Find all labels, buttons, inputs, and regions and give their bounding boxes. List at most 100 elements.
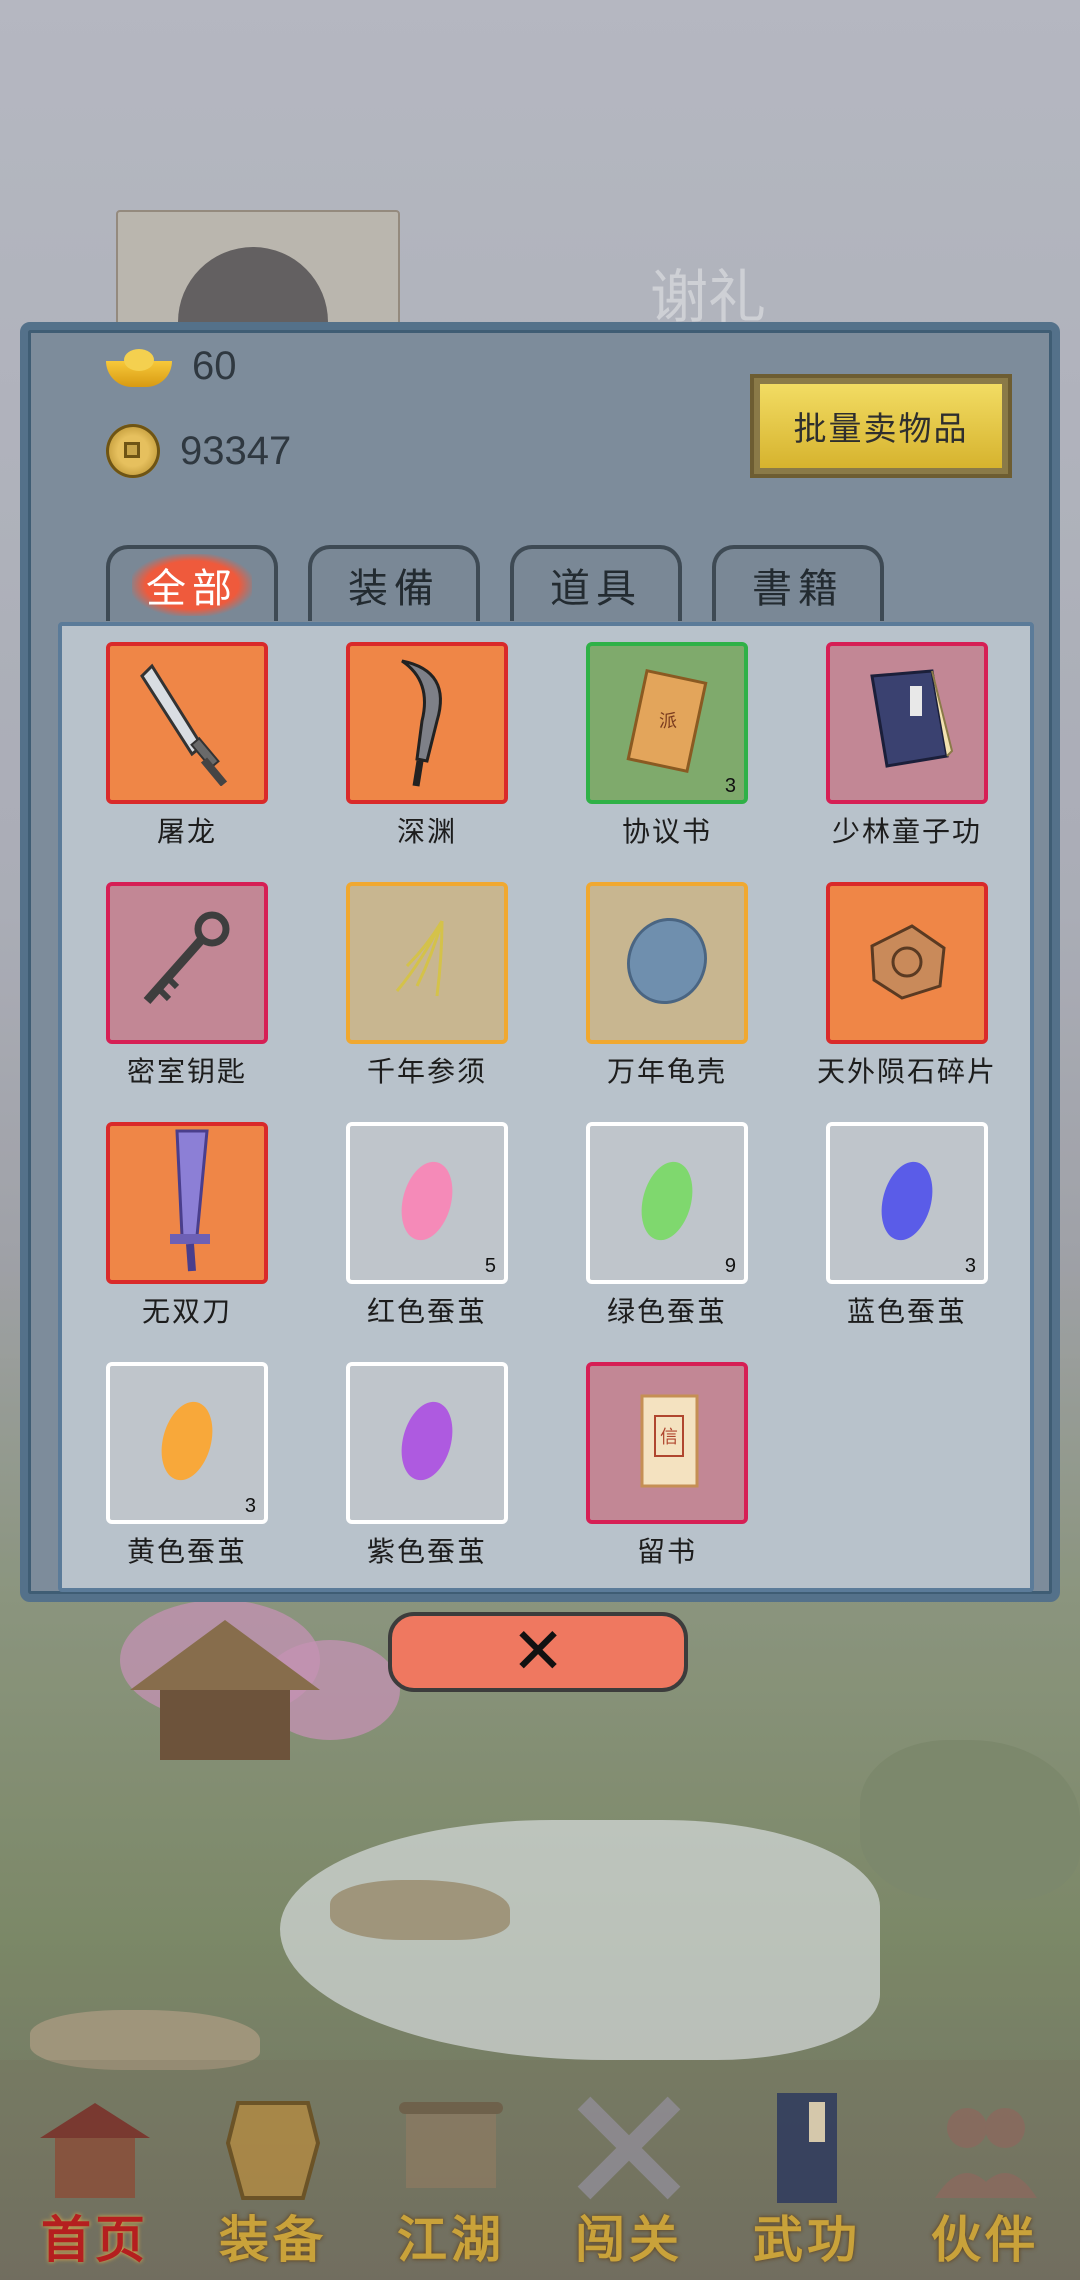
item-count: 9: [724, 1255, 736, 1277]
tab-all[interactable]: 全部: [106, 545, 278, 621]
item-name: 无双刀: [141, 1295, 232, 1328]
item-slot[interactable]: [346, 642, 508, 804]
inventory-item[interactable]: 无双刀: [62, 1106, 302, 1336]
green-cocoon-icon: [632, 1151, 702, 1255]
nav-label: 江湖: [397, 2210, 505, 2269]
scroll-icon: [391, 2088, 511, 2208]
item-name: 天外陨石碎片: [816, 1055, 997, 1088]
batch-sell-button[interactable]: 批量卖物品: [750, 374, 1012, 478]
purple-cocoon-icon: [392, 1391, 462, 1495]
gold-amount: 60: [192, 344, 237, 388]
item-slot[interactable]: 信: [586, 1362, 748, 1524]
nav-label: 首页: [41, 2210, 149, 2269]
nav-label: 装备: [219, 2210, 327, 2269]
coin-row: 93347: [106, 424, 291, 478]
item-slot[interactable]: 3: [826, 1122, 988, 1284]
copper-coin-icon: [106, 424, 160, 478]
item-slot[interactable]: [586, 882, 748, 1044]
yellow-cocoon-icon: [152, 1391, 222, 1495]
item-slot[interactable]: [346, 1362, 508, 1524]
tab-props[interactable]: 道具: [510, 545, 682, 621]
svg-text:派: 派: [659, 711, 677, 732]
inventory-item[interactable]: 天外陨石碎片: [782, 866, 1022, 1096]
item-count: 3: [724, 775, 736, 797]
item-name: 深渊: [396, 815, 457, 848]
item-name: 留书: [636, 1535, 697, 1568]
gold-ingot-icon: [106, 347, 172, 387]
book-icon: [852, 661, 962, 785]
bottom-nav: 首页 装备 江湖 闯关 武功 伙伴: [0, 2060, 1080, 2280]
letter-icon: 信: [617, 1381, 717, 1505]
item-name: 千年参须: [366, 1055, 487, 1088]
inventory-item[interactable]: 3 黄色蚕茧: [62, 1346, 302, 1576]
red-cocoon-icon: [392, 1151, 462, 1255]
item-name: 绿色蚕茧: [606, 1295, 727, 1328]
crossed-swords-icon: [569, 2088, 689, 2208]
coin-amount: 93347: [180, 428, 292, 473]
inventory-item[interactable]: 紫色蚕茧: [302, 1346, 542, 1576]
item-name: 蓝色蚕茧: [846, 1295, 967, 1328]
document-icon: 派: [617, 661, 717, 785]
item-slot[interactable]: 派3: [586, 642, 748, 804]
item-name: 少林童子功: [831, 815, 982, 848]
nav-item-2[interactable]: 江湖: [366, 2080, 536, 2270]
item-count: 3: [964, 1255, 976, 1277]
armor-icon: [213, 2088, 333, 2208]
item-slot[interactable]: 5: [346, 1122, 508, 1284]
inventory-item[interactable]: 5 红色蚕茧: [302, 1106, 542, 1336]
nav-item-3[interactable]: 闯关: [544, 2080, 714, 2270]
inventory-item[interactable]: 千年参须: [302, 866, 542, 1096]
tab-books[interactable]: 書籍: [712, 545, 884, 621]
martial-book-icon: [747, 2088, 867, 2208]
item-slot[interactable]: [826, 882, 988, 1044]
inventory-item[interactable]: 深渊: [302, 626, 542, 856]
blue-cocoon-icon: [872, 1151, 942, 1255]
item-name: 密室钥匙: [126, 1055, 247, 1088]
item-slot[interactable]: [106, 1122, 268, 1284]
item-name: 屠龙: [156, 815, 217, 848]
inventory-item[interactable]: 屠龙: [62, 626, 302, 856]
nav-label: 闯关: [575, 2210, 683, 2269]
nav-label: 伙伴: [931, 2210, 1039, 2269]
category-tabs: 全部 装備 道具 書籍: [106, 545, 884, 621]
purple-blade-icon: [142, 1126, 232, 1280]
item-name: 万年龟壳: [606, 1055, 727, 1088]
item-slot[interactable]: [826, 642, 988, 804]
close-icon: ✕: [511, 1615, 565, 1689]
turtle-shell-icon: [612, 906, 722, 1020]
inventory-item[interactable]: 万年龟壳: [542, 866, 782, 1096]
nav-item-1[interactable]: 装备: [188, 2080, 358, 2270]
inventory-item[interactable]: 少林童子功: [782, 626, 1022, 856]
inventory-item[interactable]: 密室钥匙: [62, 866, 302, 1096]
house-icon: [35, 2088, 155, 2208]
item-slot[interactable]: [106, 642, 268, 804]
item-slot[interactable]: 3: [106, 1362, 268, 1524]
ginseng-icon: [372, 906, 482, 1020]
svg-text:信: 信: [660, 1427, 678, 1448]
item-name: 协议书: [621, 815, 712, 848]
gold-row: 60: [106, 344, 237, 389]
item-count: 3: [244, 1495, 256, 1517]
nav-item-4[interactable]: 武功: [722, 2080, 892, 2270]
companions-icon: [925, 2088, 1045, 2208]
key-icon: [127, 901, 247, 1025]
item-count: 5: [484, 1255, 496, 1277]
inventory-item[interactable]: 信留书: [542, 1346, 782, 1576]
nav-item-5[interactable]: 伙伴: [900, 2080, 1070, 2270]
meteorite-icon: [852, 906, 962, 1020]
nav-item-0[interactable]: 首页: [10, 2080, 180, 2270]
item-grid: 屠龙 深渊派 3 协议书 少林童子功 密室钥匙 千年参须 万年龟壳 天外陨石碎片 无双刀 5 红色蚕茧…: [58, 622, 1034, 1592]
nav-label: 武功: [753, 2210, 861, 2269]
tab-equipment[interactable]: 装備: [308, 545, 480, 621]
item-name: 紫色蚕茧: [366, 1535, 487, 1568]
inventory-item[interactable]: 9 绿色蚕茧: [542, 1106, 782, 1336]
curved-blade-icon: [382, 651, 472, 795]
inventory-item[interactable]: 派 3 协议书: [542, 626, 782, 856]
item-name: 黄色蚕茧: [126, 1535, 247, 1568]
item-slot[interactable]: [346, 882, 508, 1044]
broad-sword-icon: [132, 656, 242, 790]
inventory-item[interactable]: 3 蓝色蚕茧: [782, 1106, 1022, 1336]
item-slot[interactable]: 9: [586, 1122, 748, 1284]
item-slot[interactable]: [106, 882, 268, 1044]
close-button[interactable]: ✕: [388, 1612, 688, 1692]
